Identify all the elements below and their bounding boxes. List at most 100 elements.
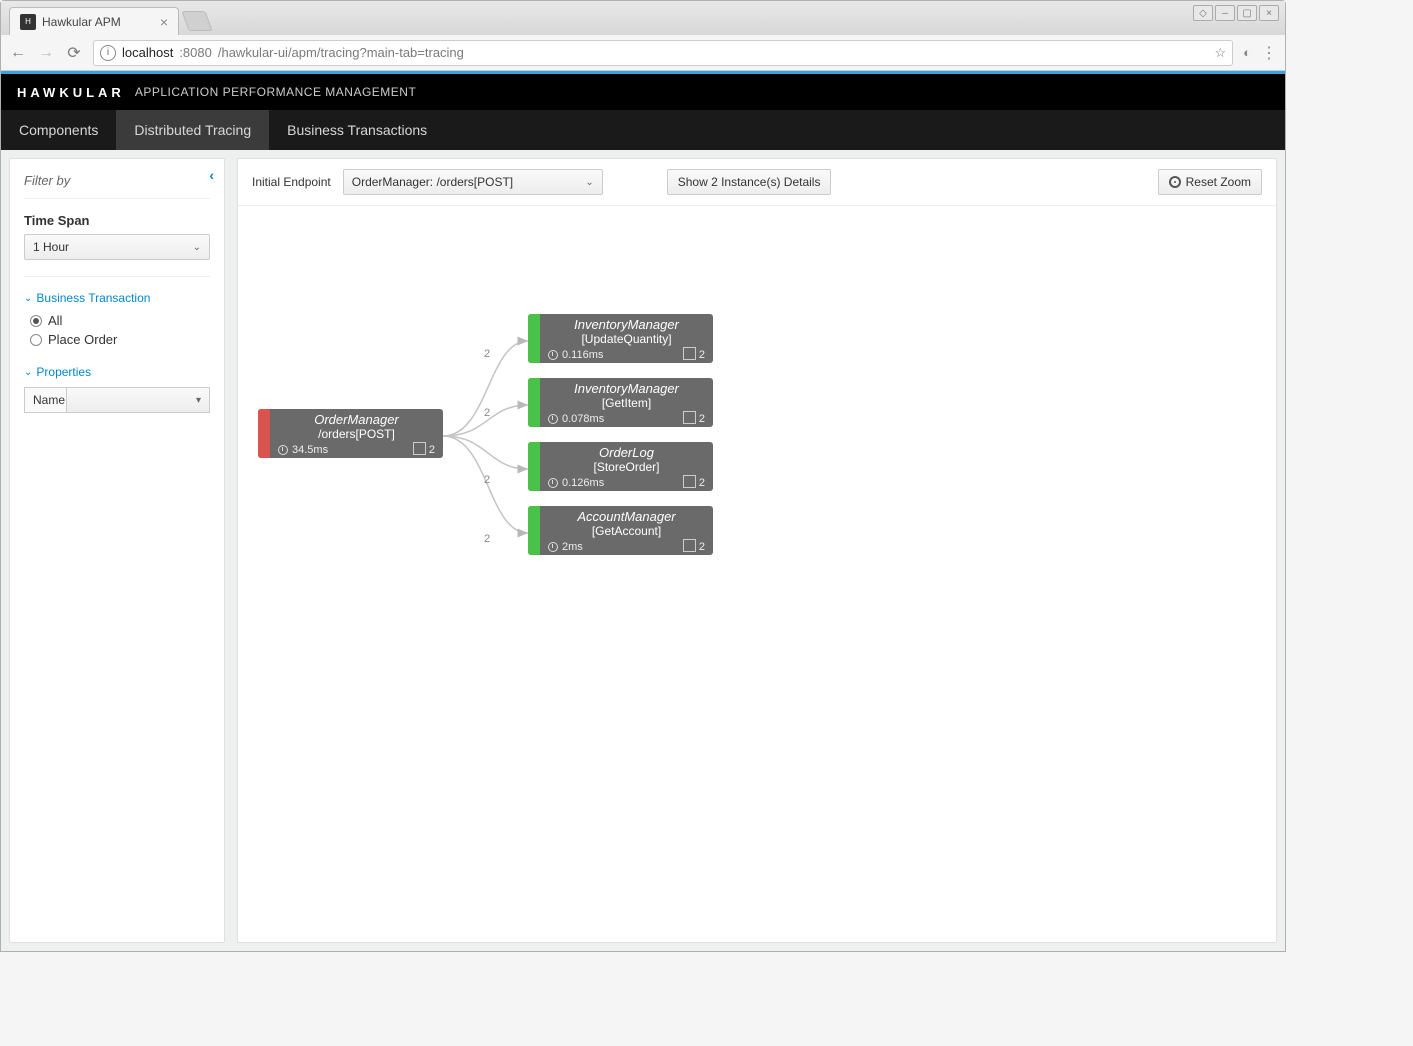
node-duration: 0.078ms bbox=[562, 413, 604, 425]
status-indicator bbox=[528, 442, 540, 491]
nav-components[interactable]: Components bbox=[1, 110, 116, 150]
bt-option-label: All bbox=[48, 313, 62, 328]
status-indicator bbox=[528, 314, 540, 363]
node-count: 2 bbox=[699, 413, 705, 425]
clock-icon bbox=[548, 350, 558, 360]
back-button[interactable]: ← bbox=[9, 44, 27, 62]
menu-dots-icon[interactable]: ⋮ bbox=[1261, 43, 1277, 63]
url-path: /hawkular-ui/apm/tracing?main-tab=tracin… bbox=[218, 45, 464, 60]
chevron-down-icon: ⌄ bbox=[24, 367, 32, 378]
trace-node[interactable]: OrderLog [StoreOrder] 0.126ms 2 bbox=[528, 442, 713, 491]
node-title: OrderManager bbox=[278, 413, 435, 428]
trace-node[interactable]: InventoryManager [UpdateQuantity] 0.116m… bbox=[528, 314, 713, 363]
node-duration: 34.5ms bbox=[292, 444, 328, 456]
edge-count: 2 bbox=[484, 474, 490, 486]
close-window-button[interactable]: × bbox=[1259, 5, 1279, 21]
business-transaction-section[interactable]: ⌄ Business Transaction bbox=[24, 291, 210, 305]
minimize-button[interactable]: – bbox=[1215, 5, 1235, 21]
tracing-canvas: Initial Endpoint OrderManager: /orders[P… bbox=[237, 158, 1277, 943]
node-subtitle: [StoreOrder] bbox=[548, 461, 705, 475]
node-subtitle: [GetItem] bbox=[548, 397, 705, 411]
clock-icon bbox=[548, 542, 558, 552]
nav-business-transactions[interactable]: Business Transactions bbox=[269, 110, 445, 150]
clock-icon bbox=[548, 478, 558, 488]
trace-node-root[interactable]: OrderManager /orders[POST] 34.5ms 2 bbox=[258, 409, 443, 458]
browser-titlebar: H Hawkular APM × ◇ – ▢ × bbox=[1, 1, 1285, 35]
clock-icon bbox=[278, 445, 288, 455]
status-indicator bbox=[528, 506, 540, 555]
property-name-label: Name bbox=[24, 387, 66, 413]
bt-section-label: Business Transaction bbox=[36, 291, 150, 305]
trace-node[interactable]: AccountManager [GetAccount] 2ms2 bbox=[528, 506, 713, 555]
radio-icon bbox=[30, 315, 42, 327]
url-host: localhost bbox=[122, 45, 173, 60]
time-span-select[interactable]: 1 Hour ⌄ bbox=[24, 234, 210, 260]
forward-button: → bbox=[37, 44, 55, 62]
brand-subtitle: APPLICATION PERFORMANCE MANAGEMENT bbox=[135, 85, 416, 99]
extension-icon[interactable]: ◐ bbox=[1243, 45, 1251, 60]
trace-node[interactable]: InventoryManager [GetItem] 0.078ms 2 bbox=[528, 378, 713, 427]
initial-endpoint-select[interactable]: OrderManager: /orders[POST] ⌄ bbox=[343, 169, 603, 195]
instances-icon bbox=[685, 413, 696, 424]
status-indicator bbox=[528, 378, 540, 427]
site-info-icon[interactable]: i bbox=[100, 45, 116, 61]
filter-by-label: Filter by bbox=[24, 173, 210, 188]
node-count: 2 bbox=[699, 477, 705, 489]
url-port: :8080 bbox=[179, 45, 212, 60]
properties-section-label: Properties bbox=[36, 365, 91, 379]
clock-icon bbox=[548, 414, 558, 424]
instances-icon bbox=[685, 349, 696, 360]
new-tab-button[interactable] bbox=[181, 11, 212, 31]
canvas-toolbar: Initial Endpoint OrderManager: /orders[P… bbox=[238, 159, 1276, 206]
nav-distributed-tracing[interactable]: Distributed Tracing bbox=[116, 110, 269, 150]
node-title: AccountManager bbox=[548, 510, 705, 525]
node-count: 2 bbox=[699, 541, 705, 553]
filter-sidebar: ‹ Filter by Time Span 1 Hour ⌄ ⌄ Busines… bbox=[9, 158, 225, 943]
node-title: InventoryManager bbox=[548, 318, 705, 333]
browser-toolbar: ← → ⟳ i localhost :8080/hawkular-ui/apm/t… bbox=[1, 35, 1285, 71]
primary-nav: Components Distributed Tracing Business … bbox=[1, 110, 1285, 150]
edge-count: 2 bbox=[484, 407, 490, 419]
target-icon bbox=[1169, 176, 1181, 188]
graph-edges bbox=[238, 206, 1276, 942]
browser-tab[interactable]: H Hawkular APM × bbox=[9, 7, 179, 35]
chevron-down-icon: ⌄ bbox=[24, 293, 32, 304]
button-label: Reset Zoom bbox=[1186, 175, 1251, 189]
tab-title: Hawkular APM bbox=[42, 15, 121, 29]
node-count: 2 bbox=[429, 444, 435, 456]
edge-count: 2 bbox=[484, 348, 490, 360]
user-icon[interactable]: ◇ bbox=[1193, 5, 1213, 21]
chevron-down-icon: ▾ bbox=[196, 395, 201, 406]
property-name-select[interactable]: ▾ bbox=[66, 387, 210, 413]
address-bar[interactable]: i localhost :8080/hawkular-ui/apm/tracing… bbox=[93, 40, 1233, 66]
reload-button[interactable]: ⟳ bbox=[65, 43, 83, 63]
time-span-label: Time Span bbox=[24, 213, 210, 228]
close-tab-icon[interactable]: × bbox=[160, 14, 168, 30]
trace-graph[interactable]: 2 2 2 2 OrderManager /orders[POST] 34.5m… bbox=[238, 206, 1276, 942]
chevron-down-icon: ⌄ bbox=[193, 242, 201, 253]
window-controls: ◇ – ▢ × bbox=[1193, 5, 1279, 21]
properties-section[interactable]: ⌄ Properties bbox=[24, 365, 210, 379]
node-title: OrderLog bbox=[548, 446, 705, 461]
bookmark-star-icon[interactable]: ☆ bbox=[1214, 45, 1226, 61]
bt-option-all[interactable]: All bbox=[30, 313, 210, 328]
bt-option-place-order[interactable]: Place Order bbox=[30, 332, 210, 347]
show-instances-button[interactable]: Show 2 Instance(s) Details bbox=[667, 169, 832, 195]
node-subtitle: [GetAccount] bbox=[548, 525, 705, 539]
node-subtitle: [UpdateQuantity] bbox=[548, 333, 705, 347]
radio-icon bbox=[30, 334, 42, 346]
reset-zoom-button[interactable]: Reset Zoom bbox=[1158, 169, 1262, 195]
node-duration: 0.126ms bbox=[562, 477, 604, 489]
time-span-value: 1 Hour bbox=[33, 240, 69, 254]
maximize-button[interactable]: ▢ bbox=[1237, 5, 1257, 21]
node-title: InventoryManager bbox=[548, 382, 705, 397]
edge-count: 2 bbox=[484, 533, 490, 545]
instances-icon bbox=[415, 444, 426, 455]
node-count: 2 bbox=[699, 349, 705, 361]
favicon-icon: H bbox=[20, 14, 36, 30]
collapse-sidebar-icon[interactable]: ‹ bbox=[209, 167, 214, 183]
node-subtitle: /orders[POST] bbox=[278, 428, 435, 442]
bt-option-label: Place Order bbox=[48, 332, 117, 347]
node-duration: 0.116ms bbox=[562, 349, 603, 361]
instances-icon bbox=[685, 477, 696, 488]
